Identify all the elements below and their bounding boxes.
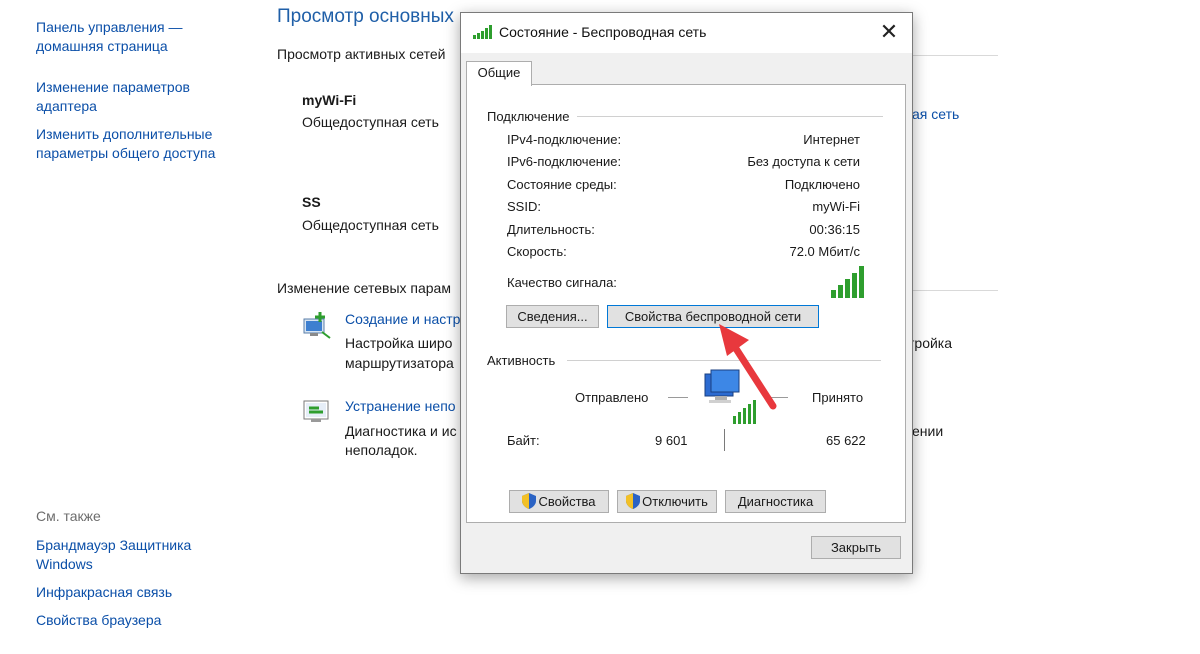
sidebar-home-link[interactable]: Панель управления — домашняя страница xyxy=(36,18,246,56)
wireless-status-dialog: Состояние - Беспроводная сеть ✕ Общие По… xyxy=(460,12,913,574)
ssid-label: SSID: xyxy=(507,199,541,214)
wireless-network-link[interactable]: ая сеть xyxy=(912,106,959,122)
divider xyxy=(910,290,998,291)
sidebar-infrared-link[interactable]: Инфракрасная связь xyxy=(36,583,246,602)
signal-quality-label: Качество сигнала: xyxy=(507,275,617,290)
see-also-heading: См. также xyxy=(36,508,101,524)
bytes-received-value: 65 622 xyxy=(826,433,866,448)
sidebar-browser-link[interactable]: Свойства браузера xyxy=(36,611,246,630)
network-type-2: Общедоступная сеть xyxy=(302,217,439,233)
bytes-sent-value: 9 601 xyxy=(655,433,688,448)
ssid-value: myWi-Fi xyxy=(812,199,860,214)
ipv4-label: IPv4-подключение: xyxy=(507,132,622,147)
change-settings-heading: Изменение сетевых парам xyxy=(277,280,451,296)
sidebar-adapter-link[interactable]: Изменение параметров адаптера xyxy=(36,78,246,116)
uac-shield-icon xyxy=(522,493,537,509)
properties-button[interactable]: Свойства xyxy=(509,490,609,513)
wifi-signal-icon xyxy=(473,25,493,42)
activity-group-label: Активность xyxy=(487,353,562,368)
group-divider xyxy=(577,116,883,117)
sent-label: Отправлено xyxy=(575,390,649,405)
divider xyxy=(910,55,998,56)
dialog-titlebar[interactable]: Состояние - Беспроводная сеть ✕ xyxy=(461,13,912,53)
disconnect-button[interactable]: Отключить xyxy=(617,490,717,513)
bytes-label: Байт: xyxy=(507,433,540,448)
ipv4-value: Интернет xyxy=(803,132,860,147)
sent-line xyxy=(668,397,688,398)
disconnect-button-label: Отключить xyxy=(642,494,708,509)
task-create-desc-right: тройка xyxy=(908,335,953,351)
active-networks-heading: Просмотр активных сетей xyxy=(277,46,446,62)
properties-button-label: Свойства xyxy=(538,494,596,509)
network-name-1: myWi-Fi xyxy=(302,92,357,108)
task-create-desc: Настройка широ xyxy=(345,335,453,351)
ipv6-value: Без доступа к сети xyxy=(747,154,860,169)
annotation-arrow-icon xyxy=(719,324,777,410)
duration-label: Длительность: xyxy=(507,222,595,237)
dialog-title: Состояние - Беспроводная сеть xyxy=(499,24,707,40)
network-type-1: Общедоступная сеть xyxy=(302,114,439,130)
uac-shield-icon xyxy=(626,493,641,509)
sidebar-sharing-link[interactable]: Изменить дополнительные параметры общего… xyxy=(36,125,246,163)
task-troubleshoot-link[interactable]: Устранение непо xyxy=(345,398,456,414)
close-button[interactable]: Закрыть xyxy=(811,536,901,559)
tab-panel: Подключение IPv4-подключение: Интернет I… xyxy=(466,84,906,523)
task-create-desc-2: маршрутизатора xyxy=(345,355,454,371)
diagnostics-button[interactable]: Диагностика xyxy=(725,490,826,513)
details-button[interactable]: Сведения... xyxy=(506,305,599,328)
network-name-2: SS xyxy=(302,194,321,210)
connection-group-label: Подключение xyxy=(487,109,576,124)
troubleshoot-icon xyxy=(302,398,332,429)
duration-value: 00:36:15 xyxy=(809,222,860,237)
bytes-divider xyxy=(724,429,725,451)
task-troubleshoot-desc: Диагностика и ис xyxy=(345,423,457,439)
task-troubleshoot-desc-2: неполадок. xyxy=(345,442,418,458)
signal-bars-icon xyxy=(831,266,869,301)
media-state-label: Состояние среды: xyxy=(507,177,617,192)
close-icon[interactable]: ✕ xyxy=(876,19,902,45)
speed-label: Скорость: xyxy=(507,244,567,259)
new-connection-icon xyxy=(300,310,332,343)
wireless-properties-button[interactable]: Свойства беспроводной сети xyxy=(607,305,819,328)
task-troubleshoot-desc-right: ении xyxy=(912,423,944,439)
page-title: Просмотр основных xyxy=(277,6,454,27)
tab-general[interactable]: Общие xyxy=(466,61,532,86)
speed-value: 72.0 Мбит/с xyxy=(789,244,860,259)
sidebar-firewall-link[interactable]: Брандмауэр Защитника Windows xyxy=(36,536,226,574)
received-label: Принято xyxy=(812,390,864,405)
task-create-connection-link[interactable]: Создание и настр xyxy=(345,311,460,327)
media-state-value: Подключено xyxy=(784,177,860,192)
ipv6-label: IPv6-подключение: xyxy=(507,154,622,169)
